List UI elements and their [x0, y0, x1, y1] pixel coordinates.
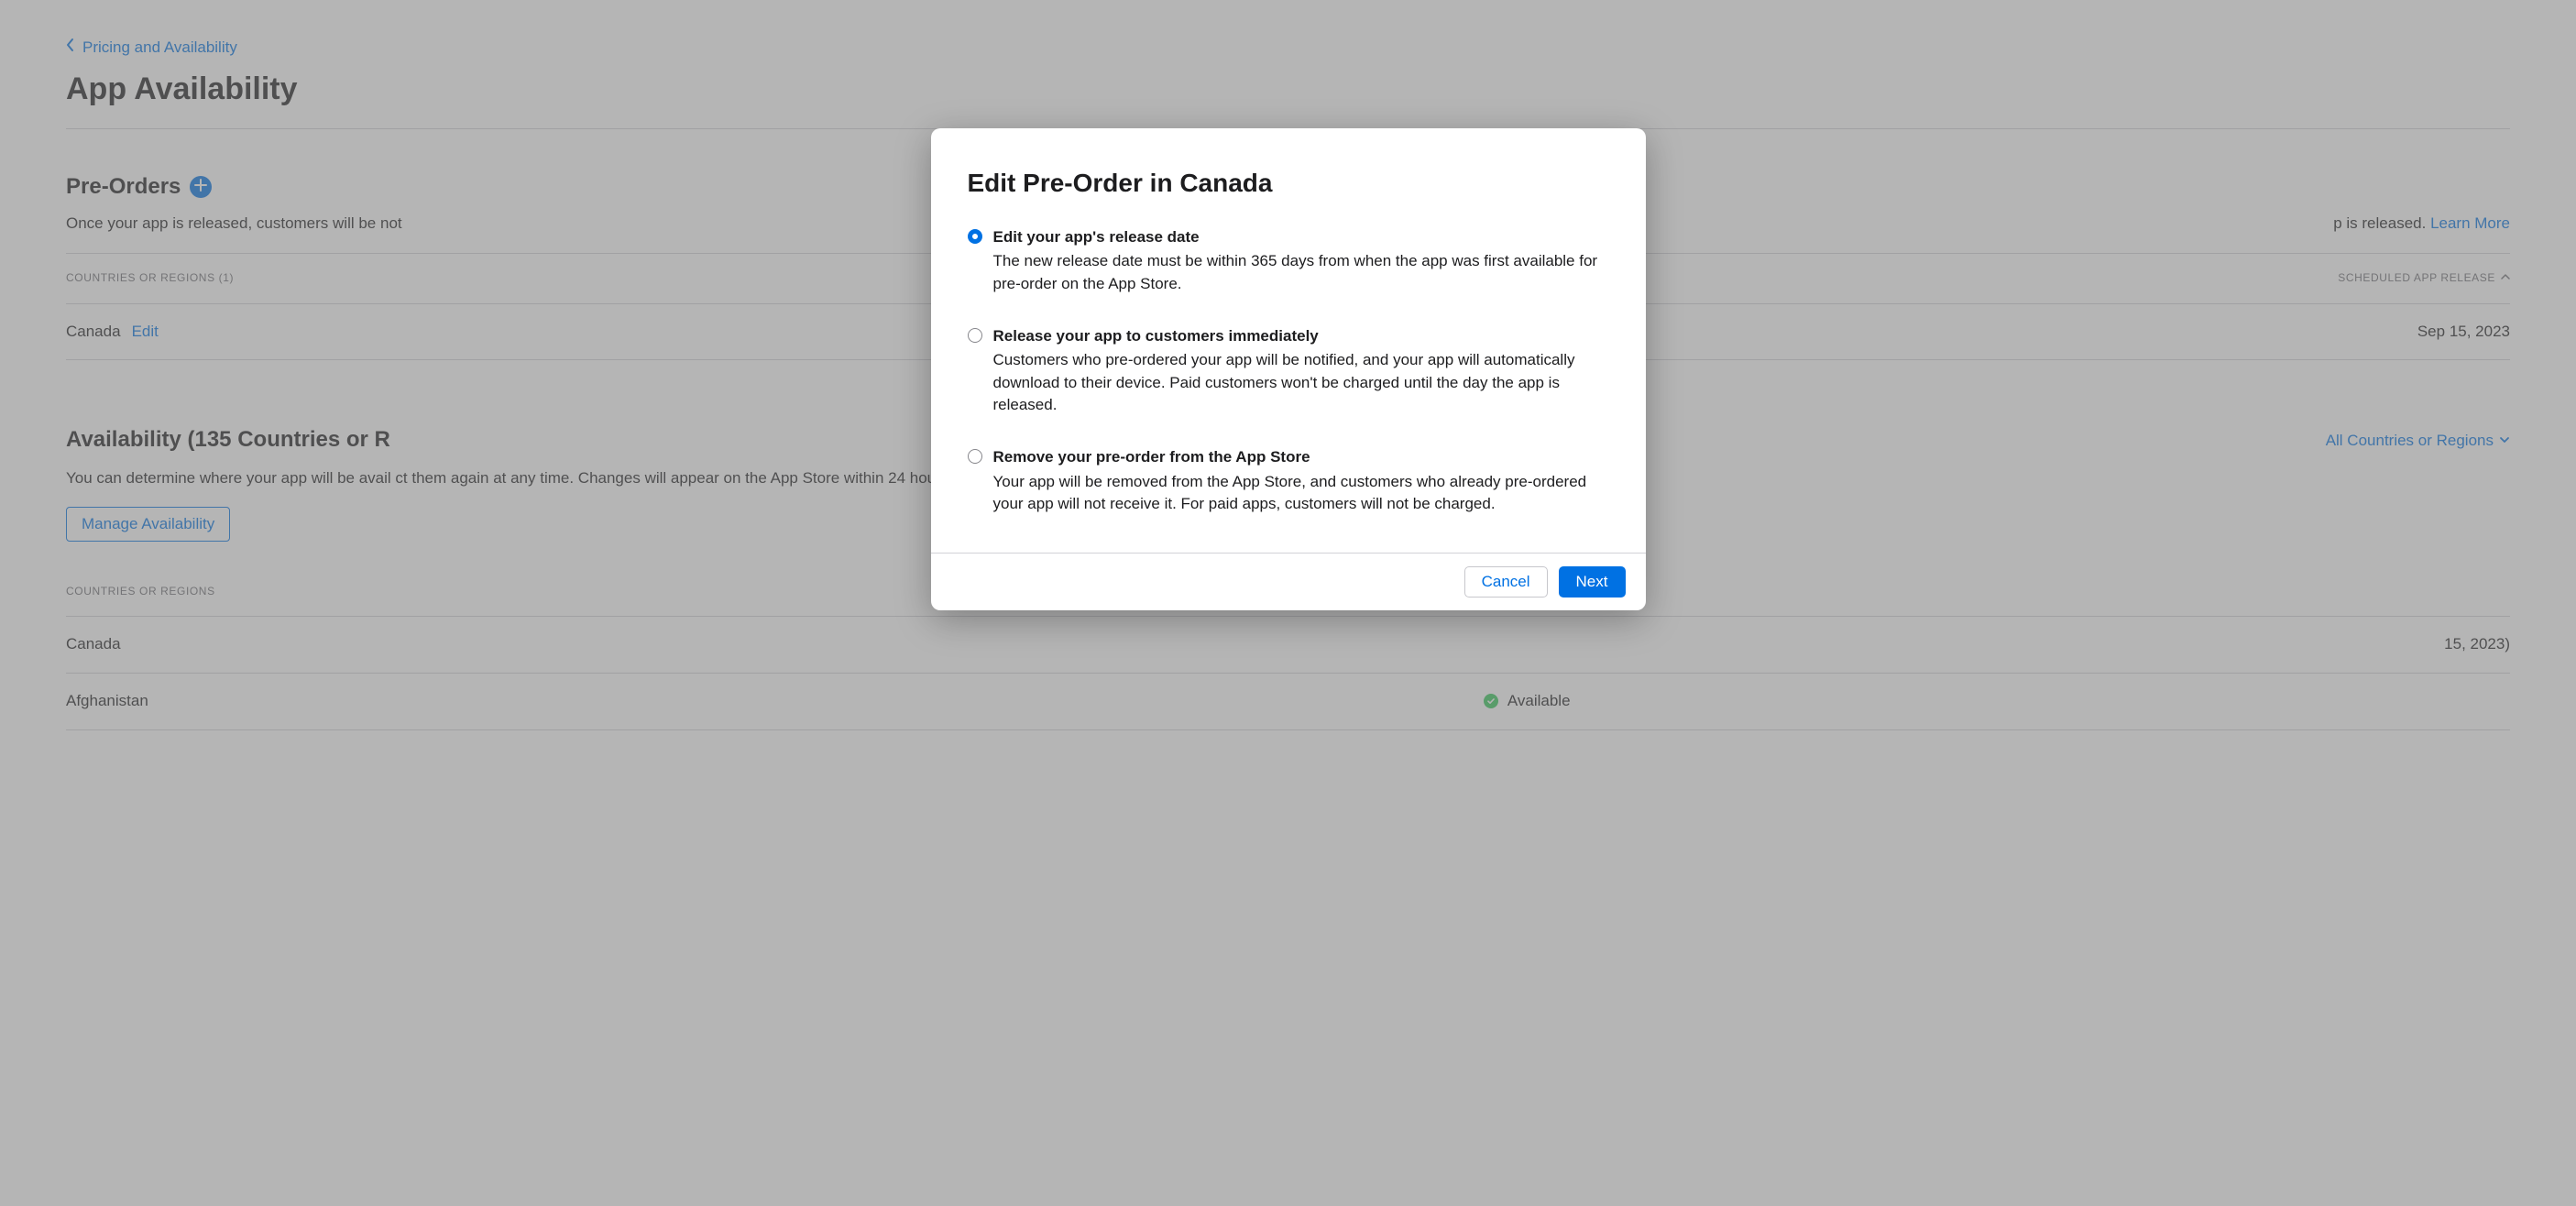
option-title: Edit your app's release date — [993, 226, 1609, 249]
option-release-immediately[interactable]: Release your app to customers immediatel… — [968, 325, 1609, 418]
option-description: The new release date must be within 365 … — [993, 250, 1609, 295]
cancel-button[interactable]: Cancel — [1464, 566, 1548, 598]
next-button[interactable]: Next — [1559, 566, 1626, 598]
radio-unselected-icon[interactable] — [968, 328, 982, 343]
radio-unselected-icon[interactable] — [968, 449, 982, 464]
option-title: Release your app to customers immediatel… — [993, 325, 1609, 348]
option-remove-preorder[interactable]: Remove your pre-order from the App Store… — [968, 446, 1609, 516]
edit-preorder-modal: Edit Pre-Order in Canada Edit your app's… — [931, 128, 1646, 610]
radio-selected-icon[interactable] — [968, 229, 982, 244]
option-title: Remove your pre-order from the App Store — [993, 446, 1609, 469]
option-edit-release-date[interactable]: Edit your app's release date The new rel… — [968, 226, 1609, 296]
modal-overlay: Edit Pre-Order in Canada Edit your app's… — [0, 0, 2576, 1206]
option-description: Customers who pre-ordered your app will … — [993, 349, 1609, 417]
option-description: Your app will be removed from the App St… — [993, 471, 1609, 516]
modal-title: Edit Pre-Order in Canada — [968, 165, 1609, 203]
